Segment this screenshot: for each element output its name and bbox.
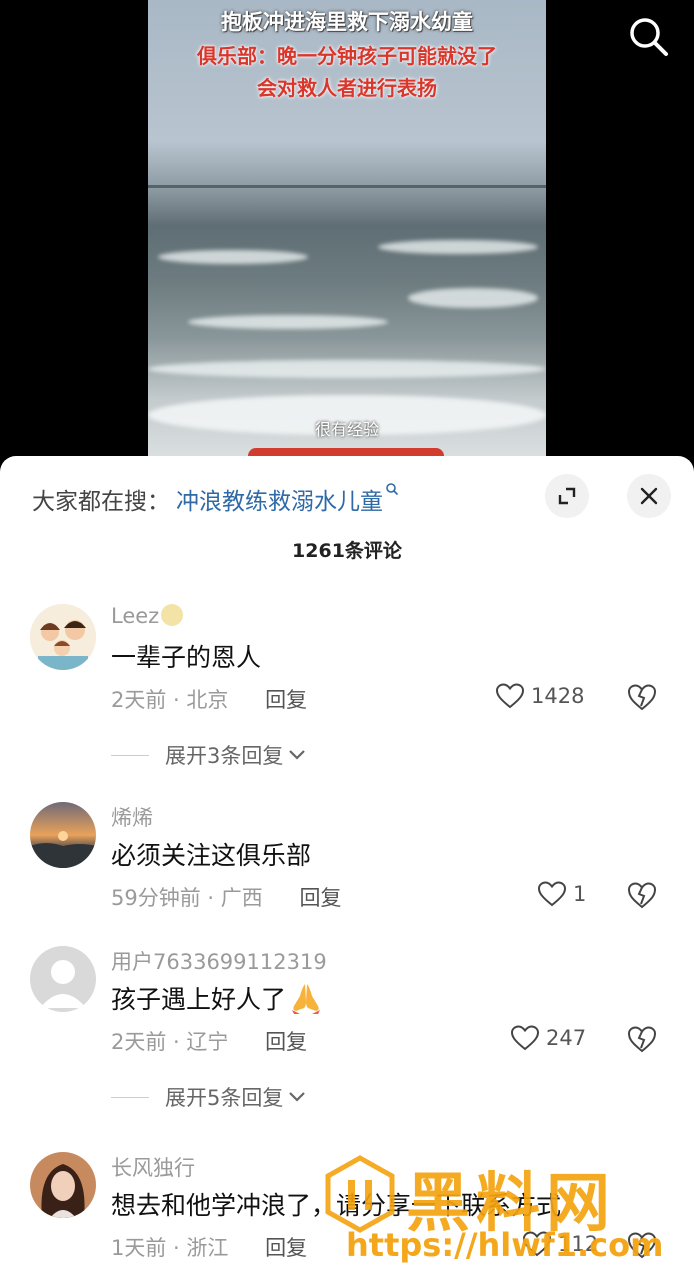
comment-username[interactable]: 烯烯 [111, 802, 153, 832]
close-button[interactable] [627, 474, 671, 518]
comment-text: 必须关注这俱乐部 [111, 841, 312, 870]
wave [148, 360, 546, 378]
comment-text-content: 孩子遇上好人了 [111, 985, 287, 1014]
like-button[interactable]: 247 [510, 1024, 586, 1052]
comment-text: 孩子遇上好人了 [111, 980, 324, 1020]
expand-replies-text: 展开5条回复 [165, 1086, 284, 1110]
dislike-button[interactable] [626, 880, 658, 914]
like-button[interactable]: 1428 [495, 682, 584, 710]
video-title: 抱板冲进海里救下溺水幼童 [221, 10, 473, 34]
video-subtitle-line: 会对救人者进行表扬 [257, 76, 437, 100]
hot-search-bar: 大家都在搜： 冲浪教练救溺水儿童 [32, 482, 399, 516]
comment-meta: 2天前 · 北京 回复 [111, 688, 308, 712]
comment-location: 广西 [220, 886, 263, 910]
heart-icon [510, 1025, 540, 1051]
comment-time: 2天前 [111, 1030, 167, 1054]
like-button[interactable]: 1 [537, 880, 586, 908]
wave [188, 315, 388, 329]
comment-username[interactable]: Leez [111, 604, 184, 628]
broken-heart-icon [627, 684, 657, 711]
reply-button[interactable]: 回复 [265, 1030, 307, 1054]
comment-text: 一辈子的恩人 [111, 643, 262, 672]
comment-text: 想去和他学冲浪了，请分享一下联系方式 [111, 1191, 562, 1220]
like-count: 1 [573, 882, 587, 906]
smile-emoji-icon [161, 604, 184, 626]
comment-location: 浙江 [186, 1236, 229, 1260]
hot-search-prefix: 大家都在搜： [32, 489, 170, 515]
heart-icon [537, 881, 567, 907]
video-caption: 很有经验 [314, 420, 379, 439]
comment-time: 1天前 [111, 1236, 167, 1260]
avatar[interactable] [30, 1152, 96, 1218]
broken-heart-icon [627, 882, 657, 909]
wave [378, 240, 538, 254]
wave [408, 288, 538, 308]
divider [111, 754, 149, 756]
avatar[interactable] [30, 802, 96, 868]
expand-icon [558, 487, 576, 505]
app-root: 抱板冲进海里救下溺水幼童 俱乐部：晚一分钟孩子可能就没了 会对救人者进行表扬 很… [0, 0, 694, 1280]
expand-replies-text: 展开3条回复 [165, 744, 284, 768]
chevron-down-icon [289, 1092, 306, 1102]
like-button[interactable]: 112 [522, 1230, 598, 1258]
search-icon [385, 482, 399, 500]
reply-button[interactable]: 回复 [299, 886, 341, 910]
close-icon [640, 487, 658, 505]
heart-icon [522, 1231, 552, 1257]
video-player[interactable]: 抱板冲进海里救下溺水幼童 俱乐部：晚一分钟孩子可能就没了 会对救人者进行表扬 很… [148, 0, 546, 470]
avatar[interactable] [30, 604, 96, 670]
hot-search-query[interactable]: 冲浪教练救溺水儿童 [176, 489, 383, 515]
like-count: 112 [558, 1232, 599, 1256]
heart-icon [495, 683, 525, 709]
like-count: 247 [546, 1026, 587, 1050]
like-count: 1428 [531, 684, 585, 708]
comment-sheet: 大家都在搜： 冲浪教练救溺水儿童 1261条评论 Leez 一辈子的恩人 2天前… [0, 456, 694, 1280]
dislike-button[interactable] [626, 682, 658, 716]
expand-replies-button[interactable]: 展开3条回复 [111, 740, 307, 770]
expand-replies-button[interactable]: 展开5条回复 [111, 1082, 307, 1112]
comment-location: 北京 [186, 688, 229, 712]
comment-meta: 1天前 · 浙江 回复 [111, 1236, 308, 1260]
comment-time: 2天前 [111, 688, 167, 712]
broken-heart-icon [627, 1232, 657, 1259]
comment-location: 辽宁 [186, 1030, 229, 1054]
video-subtitle-line: 俱乐部：晚一分钟孩子可能就没了 [197, 44, 497, 68]
search-button[interactable] [624, 12, 674, 62]
horizon-line [148, 185, 546, 188]
reply-button[interactable]: 回复 [265, 688, 307, 712]
avatar[interactable] [30, 946, 96, 1012]
chevron-down-icon [289, 750, 306, 760]
reply-button[interactable]: 回复 [265, 1236, 307, 1260]
comment-meta: 2天前 · 辽宁 回复 [111, 1030, 308, 1054]
dislike-button[interactable] [626, 1230, 658, 1264]
comment-count: 1261条评论 [292, 540, 402, 562]
dislike-button[interactable] [626, 1024, 658, 1058]
wave [158, 250, 308, 264]
comment-username[interactable]: 长风独行 [111, 1152, 195, 1182]
pray-emoji-icon [288, 980, 324, 1020]
search-icon [630, 18, 668, 56]
divider [111, 1096, 149, 1098]
username-text: Leez [111, 604, 160, 628]
comment-username[interactable]: 用户7633699112319 [111, 946, 327, 976]
comment-meta: 59分钟前 · 广西 回复 [111, 886, 342, 910]
comment-time: 59分钟前 [111, 886, 201, 910]
expand-button[interactable] [545, 474, 589, 518]
broken-heart-icon [627, 1026, 657, 1053]
